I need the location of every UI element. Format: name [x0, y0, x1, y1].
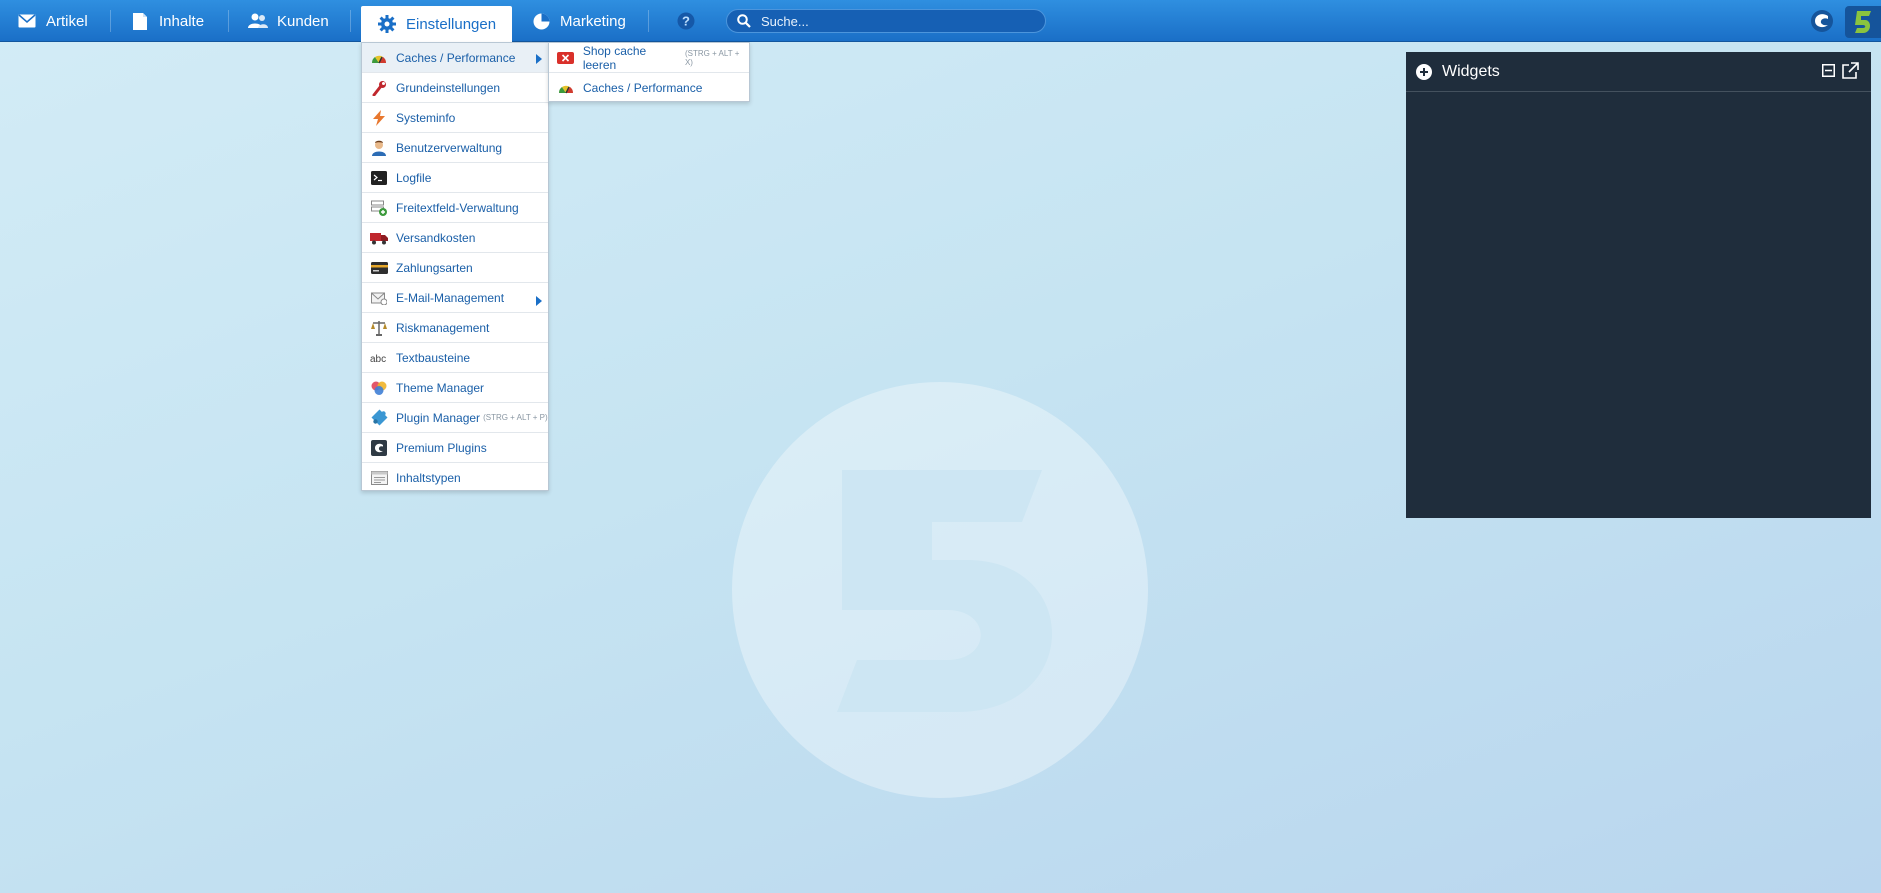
shopware-logo-icon[interactable]	[1810, 9, 1834, 38]
help-icon: ?	[676, 11, 696, 31]
menu-item-shortcut: (STRG + ALT + X)	[684, 48, 740, 67]
user-icon	[370, 139, 388, 157]
help-button[interactable]: ?	[676, 0, 705, 42]
clear-cache-icon	[557, 49, 575, 67]
menu-item-label: Grundeinstellungen	[396, 80, 501, 95]
menu-item-label: Caches / Performance	[583, 81, 703, 95]
menu-item-label: E-Mail-Management	[396, 290, 505, 305]
nav-marketing[interactable]: Marketing	[531, 0, 626, 42]
menu-item-caches-performance[interactable]: Caches / Performance	[362, 43, 548, 73]
pie-chart-icon	[531, 11, 551, 31]
menu-item-label: Zahlungsarten	[396, 260, 473, 275]
speedometer-icon	[557, 79, 575, 97]
menu-item-label: Systeminfo	[396, 110, 456, 125]
menu-item-versandkosten[interactable]: Versandkosten	[362, 223, 548, 253]
add-widget-icon[interactable]	[1416, 63, 1432, 80]
menu-item-label: Freitextfeld-Verwaltung	[396, 200, 519, 215]
menu-item-label: Premium Plugins	[396, 440, 487, 455]
menu-item-label: Inhaltstypen	[396, 471, 461, 485]
shopware-logo-icon	[370, 439, 388, 457]
menu-item-label: Versandkosten	[396, 230, 476, 245]
menu-item-label: Textbausteine	[396, 350, 471, 365]
minimize-icon[interactable]	[1822, 64, 1835, 77]
puzzle-icon	[370, 409, 388, 427]
abc-icon: abc	[370, 349, 388, 367]
menu-item-benutzerverwaltung[interactable]: Benutzerverwaltung	[362, 133, 548, 163]
menu-item-inhaltstypen[interactable]: Inhaltstypen	[362, 463, 548, 493]
menu-item-logfile[interactable]: Logfile	[362, 163, 548, 193]
cache-submenu: Shop cache leeren (STRG + ALT + X) Cache…	[548, 42, 750, 102]
menu-item-grundeinstellungen[interactable]: Grundeinstellungen	[362, 73, 548, 103]
menu-item-label: Theme Manager	[396, 380, 485, 395]
menu-item-shop-cache-leeren[interactable]: Shop cache leeren (STRG + ALT + X)	[549, 43, 749, 73]
menu-item-label: Benutzerverwaltung	[396, 140, 503, 155]
submenu-arrow-icon	[536, 296, 542, 306]
nav-marketing-label: Marketing	[560, 12, 626, 30]
menu-item-riskmanagement[interactable]: Riskmanagement	[362, 313, 548, 343]
nav-einstellungen-label: Einstellungen	[406, 15, 497, 33]
widgets-title: Widgets	[1442, 62, 1500, 80]
nav-einstellungen[interactable]: Einstellungen	[361, 6, 513, 42]
users-icon	[248, 11, 268, 31]
menu-item-textbausteine[interactable]: abc Textbausteine	[362, 343, 548, 373]
nav-inhalte[interactable]: Inhalte	[130, 0, 204, 42]
scales-icon	[370, 319, 388, 337]
shopware-5-badge-icon[interactable]	[1845, 6, 1881, 38]
terminal-icon	[370, 169, 388, 187]
search-icon	[737, 14, 751, 28]
color-circles-icon	[370, 379, 388, 397]
menu-item-label: Shop cache leeren	[582, 43, 647, 72]
menu-item-plugin-manager[interactable]: Plugin Manager (STRG + ALT + P)	[362, 403, 548, 433]
menu-item-label: Plugin Manager	[396, 410, 481, 425]
top-navigation-bar: Artikel Inhalte Kunden Einstellungen Mar…	[0, 0, 1881, 42]
menu-item-freitextfeld-verwaltung[interactable]: Freitextfeld-Verwaltung	[362, 193, 548, 223]
gear-icon	[377, 14, 397, 34]
menu-item-label: Caches / Performance	[396, 50, 516, 65]
search-box[interactable]	[726, 9, 1046, 33]
truck-icon	[370, 229, 388, 247]
credit-card-icon	[370, 259, 388, 277]
lightning-icon	[370, 109, 388, 127]
nav-kunden-label: Kunden	[277, 12, 329, 30]
menu-item-systeminfo[interactable]: Systeminfo	[362, 103, 548, 133]
nav-artikel-label: Artikel	[46, 12, 88, 30]
submenu-arrow-icon	[536, 54, 542, 64]
menu-item-shortcut: (STRG + ALT + P)	[483, 413, 548, 422]
external-link-icon[interactable]	[1842, 62, 1859, 79]
shopware-5-watermark	[732, 382, 1148, 803]
nav-inhalte-label: Inhalte	[159, 12, 205, 30]
search-input[interactable]	[759, 12, 1033, 30]
settings-dropdown-menu: Caches / Performance Grundeinstellungen …	[361, 42, 549, 491]
form-add-icon	[370, 199, 388, 217]
menu-item-theme-manager[interactable]: Theme Manager	[362, 373, 548, 403]
menu-item-email-management[interactable]: E-Mail-Management	[362, 283, 548, 313]
mail-icon	[370, 289, 388, 307]
widgets-panel: Widgets	[1406, 52, 1871, 518]
speedometer-icon	[370, 49, 388, 67]
nav-kunden[interactable]: Kunden	[248, 0, 329, 42]
menu-item-caches-performance-sub[interactable]: Caches / Performance	[549, 73, 749, 103]
svg-text:?: ?	[682, 14, 690, 29]
menu-item-premium-plugins[interactable]: Premium Plugins	[362, 433, 548, 463]
menu-item-zahlungsarten[interactable]: Zahlungsarten	[362, 253, 548, 283]
svg-text:abc: abc	[370, 354, 386, 364]
list-window-icon	[370, 469, 388, 487]
menu-item-label: Riskmanagement	[396, 320, 490, 335]
envelope-icon	[17, 11, 37, 31]
document-icon	[130, 11, 150, 31]
widgets-header: Widgets	[1406, 52, 1871, 92]
nav-artikel[interactable]: Artikel	[17, 0, 88, 42]
wrench-icon	[370, 79, 388, 97]
menu-item-label: Logfile	[396, 170, 432, 185]
